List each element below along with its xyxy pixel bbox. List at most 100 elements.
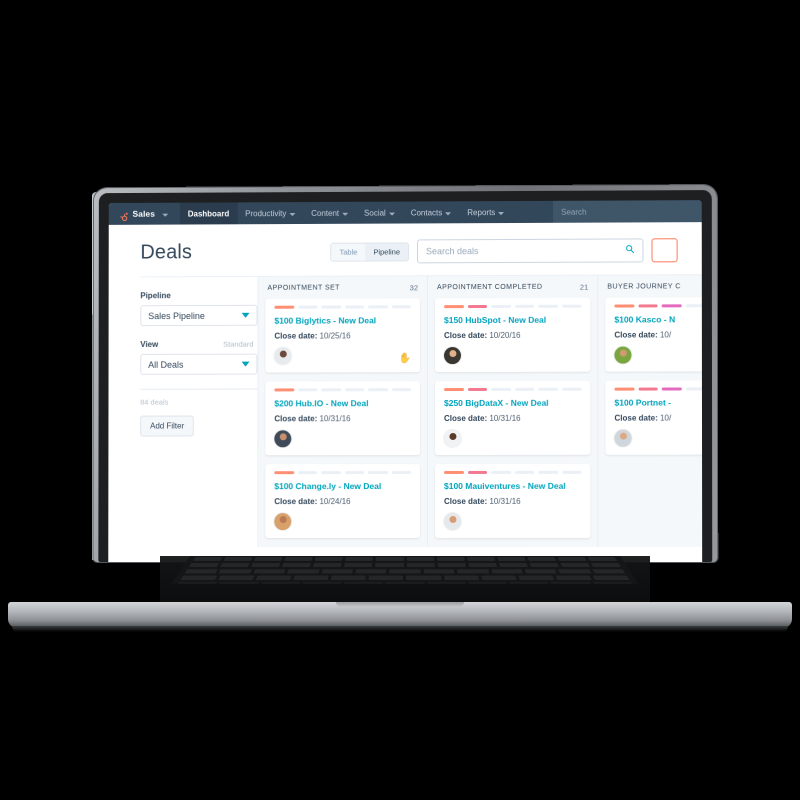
search-icon[interactable] xyxy=(625,244,634,256)
pipeline-card-list: $100 Biglytics - New Deal Close date: 10/… xyxy=(258,298,427,539)
deal-stage-segment xyxy=(467,470,488,474)
avatar[interactable] xyxy=(274,513,292,531)
hubspot-sprocket-icon xyxy=(119,209,129,219)
deal-stage-segment xyxy=(321,305,341,309)
deal-title[interactable]: $100 Biglytics - New Deal xyxy=(274,315,411,325)
nav-item-social[interactable]: Social xyxy=(356,202,403,224)
keyboard-key xyxy=(375,563,404,567)
avatar[interactable] xyxy=(274,430,292,448)
chevron-down-icon xyxy=(289,212,296,216)
deal-title[interactable]: $100 Portnet - xyxy=(614,397,702,408)
tab-pipeline[interactable]: Pipeline xyxy=(365,242,409,261)
deal-title[interactable]: $100 Kasco - N xyxy=(614,314,702,324)
avatar[interactable] xyxy=(274,347,292,365)
brand-logo[interactable]: Sales xyxy=(119,209,180,219)
keyboard-key xyxy=(406,575,442,580)
deal-stage-segment xyxy=(638,387,658,391)
nav-item-label: Social xyxy=(364,208,386,218)
keyboard-key xyxy=(287,569,320,574)
deal-card[interactable]: $250 BigDataX - New Deal Close date: 10/3… xyxy=(435,380,591,456)
nav-item-contacts[interactable]: Contacts xyxy=(403,201,460,223)
laptop-mockup: Sales Dashboard Productivity Content Soc… xyxy=(0,0,800,800)
nav-item-label: Content xyxy=(311,208,340,218)
deal-close-date-value: 10/20/16 xyxy=(489,330,521,340)
keyboard-key xyxy=(466,557,496,561)
deal-close-date: Close date: 10/25/16 xyxy=(274,331,411,340)
deal-card[interactable]: $150 HubSpot - New Deal Close date: 10/20… xyxy=(435,297,591,373)
deal-close-date-label: Close date: xyxy=(444,496,488,506)
deal-stage-segment xyxy=(297,305,318,309)
deal-card[interactable]: $200 Hub.IO - New Deal Close date: 10/31/… xyxy=(265,381,421,456)
keyboard-key xyxy=(313,563,343,567)
deal-stage-segment xyxy=(297,471,318,475)
deal-close-date-value: 10/31/16 xyxy=(489,413,521,423)
keyboard-key xyxy=(592,569,626,574)
avatar-body xyxy=(276,357,290,365)
search-deals-input[interactable]: Search deals xyxy=(417,238,644,264)
create-deal-button[interactable] xyxy=(651,238,678,263)
pipeline-select-value: Sales Pipeline xyxy=(148,310,205,321)
avatar[interactable] xyxy=(444,512,462,530)
avatar[interactable] xyxy=(614,346,632,364)
avatar[interactable] xyxy=(444,347,462,365)
keyboard-key xyxy=(498,563,528,567)
deal-title[interactable]: $100 Change.ly - New Deal xyxy=(274,481,411,491)
deal-stage-segment xyxy=(274,305,294,309)
deal-card[interactable]: $100 Change.ly - New Deal Close date: 10/… xyxy=(265,464,421,539)
keyboard-key xyxy=(218,582,259,584)
keyboard-key xyxy=(423,569,455,574)
chevron-down-icon xyxy=(388,212,395,216)
deal-stage-segment xyxy=(321,388,341,392)
keyboard-key xyxy=(321,569,353,574)
deal-close-date: Close date: 10/31/16 xyxy=(444,414,581,423)
keyboard-key xyxy=(497,557,526,561)
nav-item-label: Productivity xyxy=(245,208,287,218)
deal-stage-segment xyxy=(491,304,511,308)
deal-card[interactable]: $100 Biglytics - New Deal Close date: 10/… xyxy=(265,298,421,373)
deal-close-date-value: 10/25/16 xyxy=(319,331,351,341)
deal-stage-segment xyxy=(514,304,535,308)
avatar-body xyxy=(445,523,460,530)
deal-stage-progress xyxy=(274,305,412,309)
keyboard-key xyxy=(527,557,557,561)
pipeline-column[interactable]: APPOINTMENT COMPLETED 21 $150 HubSpot - Ne… xyxy=(428,275,599,547)
deal-stage-segment xyxy=(561,304,582,308)
page-title: Deals xyxy=(140,240,193,263)
deal-card[interactable]: $100 Portnet - Close date: 10/ xyxy=(605,380,703,455)
pipeline-card-list: $150 HubSpot - New Deal Close date: 10/20… xyxy=(428,297,597,538)
sidebar-divider xyxy=(140,388,258,390)
keyboard-key xyxy=(331,575,367,580)
view-select[interactable]: All Deals xyxy=(140,353,258,375)
nav-item-reports[interactable]: Reports xyxy=(459,201,512,223)
deal-stage-segment xyxy=(368,388,388,392)
laptop-lid: Sales Dashboard Productivity Content Soc… xyxy=(93,185,718,563)
global-search-input[interactable]: Search xyxy=(553,200,702,223)
pipeline-column-header: APPOINTMENT SET 32 xyxy=(259,276,427,299)
avatar-head xyxy=(448,516,457,524)
keyboard-key xyxy=(468,563,497,567)
deal-title[interactable]: $250 BigDataX - New Deal xyxy=(444,398,581,408)
tab-table[interactable]: Table xyxy=(331,243,366,261)
deal-stage-segment xyxy=(538,304,558,308)
filters-sidebar: Pipeline Sales Pipeline View Standard Al… xyxy=(108,276,258,548)
deal-title[interactable]: $100 Mauiventures - New Deal xyxy=(444,481,581,491)
avatar[interactable] xyxy=(444,429,462,447)
deal-stage-segment xyxy=(391,305,412,309)
deal-stage-progress xyxy=(443,304,582,309)
deal-card[interactable]: $100 Kasco - N Close date: 10/ xyxy=(605,297,703,372)
avatar[interactable] xyxy=(614,429,632,447)
deal-card[interactable]: $100 Mauiventures - New Deal Close date: … xyxy=(435,463,591,538)
pipeline-select[interactable]: Sales Pipeline xyxy=(140,304,258,327)
add-filter-button[interactable]: Add Filter xyxy=(140,415,195,437)
deal-title[interactable]: $200 Hub.IO - New Deal xyxy=(274,398,411,408)
pipeline-column[interactable]: APPOINTMENT SET 32 $100 Biglytics - New De… xyxy=(258,276,429,548)
nav-item-dashboard[interactable]: Dashboard xyxy=(179,202,238,225)
nav-item-productivity[interactable]: Productivity xyxy=(237,202,303,224)
deal-title[interactable]: $150 HubSpot - New Deal xyxy=(444,315,581,325)
page-header-actions: Table Pipeline Search deals xyxy=(330,238,678,264)
deal-stage-segment xyxy=(344,388,365,392)
pipeline-column[interactable]: BUYER JOURNEY C $100 Kasco - N Close date:… xyxy=(598,275,703,547)
pipeline-board[interactable]: APPOINTMENT SET 32 $100 Biglytics - New De… xyxy=(257,275,703,548)
deal-stage-segment xyxy=(297,388,318,392)
nav-item-content[interactable]: Content xyxy=(303,202,356,224)
